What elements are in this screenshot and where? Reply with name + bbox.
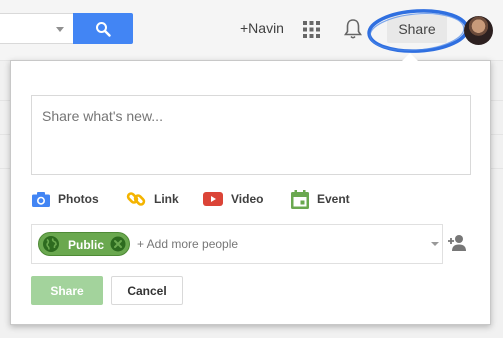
share-submit-button[interactable]: Share (31, 276, 103, 305)
link-icon (126, 192, 146, 206)
video-label: Video (231, 192, 264, 206)
globe-icon (43, 236, 59, 252)
link-label: Link (154, 192, 179, 206)
event-label: Event (317, 192, 350, 206)
add-person-icon[interactable] (448, 234, 468, 252)
avatar[interactable] (464, 16, 493, 45)
video-icon (203, 192, 223, 206)
remove-chip-icon[interactable] (110, 236, 126, 252)
apps-grid-icon[interactable] (303, 21, 320, 38)
notifications-bell-icon[interactable] (343, 18, 363, 40)
public-chip-label: Public (68, 238, 105, 252)
calendar-icon (291, 189, 309, 209)
audience-dropdown-arrow-icon[interactable] (431, 242, 439, 246)
post-text-input[interactable] (31, 95, 471, 175)
photos-label: Photos (58, 192, 99, 206)
add-more-people-placeholder[interactable]: + Add more people (137, 237, 238, 251)
search-button[interactable] (73, 13, 133, 44)
add-link-button[interactable]: Link (126, 188, 179, 210)
camera-icon (32, 191, 50, 207)
dialog-caret (402, 53, 418, 61)
search-icon (96, 21, 111, 37)
add-photos-button[interactable]: Photos (32, 188, 99, 210)
add-event-button[interactable]: Event (291, 188, 350, 210)
search-dropdown-arrow-icon[interactable] (56, 27, 64, 32)
header-share-button[interactable]: Share (387, 15, 447, 43)
add-video-button[interactable]: Video (203, 188, 263, 210)
cancel-button[interactable]: Cancel (111, 276, 183, 305)
public-audience-chip[interactable]: Public (38, 232, 130, 256)
plus-profile-link[interactable]: +Navin (240, 20, 284, 36)
